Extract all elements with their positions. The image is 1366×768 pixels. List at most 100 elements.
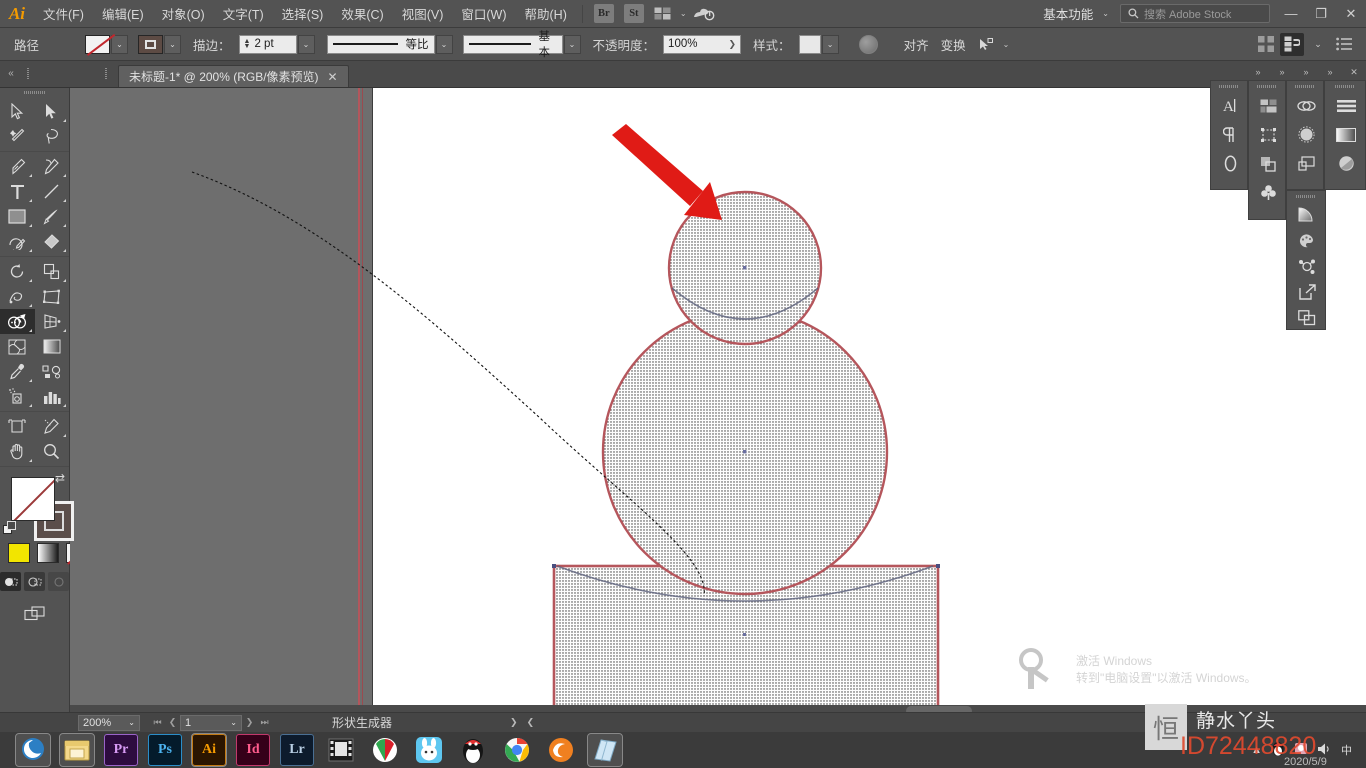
- last-artboard-button[interactable]: ⏭: [257, 717, 272, 728]
- stroke-panel-icon[interactable]: [1211, 149, 1249, 178]
- curvature-tool[interactable]: [35, 154, 70, 179]
- tray-app-icon[interactable]: [1294, 741, 1308, 759]
- transform-button[interactable]: 变换: [935, 35, 972, 54]
- menu-effect[interactable]: 效果(C): [332, 0, 392, 27]
- video-editor-icon[interactable]: [324, 734, 358, 766]
- slice-tool[interactable]: [35, 414, 70, 439]
- file-explorer-icon[interactable]: [59, 733, 95, 767]
- draw-normal-mode[interactable]: [0, 572, 21, 591]
- opacity-arrow-icon[interactable]: ❯: [729, 39, 737, 50]
- fill-dropdown-caret[interactable]: ⌄: [111, 34, 129, 54]
- dock-gripper[interactable]: [1287, 81, 1323, 91]
- artwork-layer[interactable]: [70, 88, 1366, 710]
- export-panel-icon[interactable]: [1287, 279, 1327, 305]
- appearance-panel-icon[interactable]: [1325, 149, 1366, 178]
- dock-collapse-3[interactable]: »: [1294, 64, 1318, 80]
- mesh-tool[interactable]: [0, 334, 35, 359]
- swap-fill-stroke-icon[interactable]: ⇄: [55, 471, 65, 485]
- qq-tray-icon[interactable]: [1271, 741, 1285, 760]
- chrome-icon[interactable]: [500, 734, 534, 766]
- stroke-weight-stepper[interactable]: ▲ ▼: [244, 38, 251, 50]
- notebook-icon[interactable]: [587, 733, 623, 767]
- tray-expand-icon[interactable]: ▲: [1251, 744, 1262, 756]
- stroke-weight-caret[interactable]: ⌄: [297, 34, 315, 54]
- artboard-number-select[interactable]: 1 ⌄: [180, 714, 242, 731]
- fill-color-swatch[interactable]: [85, 34, 111, 54]
- selection-tool[interactable]: [0, 99, 35, 124]
- color-guide-panel-icon[interactable]: [1287, 227, 1327, 253]
- brushes-panel-icon[interactable]: [1287, 120, 1325, 149]
- scale-tool[interactable]: [35, 259, 70, 284]
- arrange-caret-icon[interactable]: ⌄: [680, 9, 687, 18]
- firefox-icon[interactable]: [544, 734, 578, 766]
- close-button[interactable]: ✕: [1336, 0, 1366, 28]
- workspace-caret-icon[interactable]: ⌄: [1102, 9, 1109, 18]
- canvas-area[interactable]: 激活 Windows 转到"电脑设置"以激活 Windows。: [70, 88, 1366, 710]
- menu-window[interactable]: 窗口(W): [452, 0, 515, 27]
- align-panel-icon[interactable]: [1325, 91, 1366, 120]
- minimize-button[interactable]: —: [1276, 0, 1306, 28]
- first-artboard-button[interactable]: ⏮: [150, 717, 165, 728]
- tab-gripper[interactable]: [100, 60, 112, 87]
- artboards-panel-icon[interactable]: [1249, 91, 1287, 120]
- default-fill-stroke-icon[interactable]: [3, 521, 18, 536]
- gradient-swatch-icon[interactable]: [1287, 201, 1327, 227]
- free-transform-tool[interactable]: [35, 284, 70, 309]
- close-icon[interactable]: ✕: [328, 70, 338, 84]
- symbol-sprayer-tool[interactable]: [0, 384, 35, 409]
- dock-gripper[interactable]: [1325, 81, 1365, 91]
- blend-tool[interactable]: [35, 359, 70, 384]
- lightroom-icon[interactable]: Lr: [280, 734, 314, 766]
- document-setup-icon[interactable]: [1280, 32, 1304, 56]
- gradient-mode-swatch[interactable]: [37, 543, 59, 563]
- tabbar-gripper[interactable]: [22, 60, 34, 87]
- stroke-weight-input[interactable]: ▲ ▼ 2 pt: [238, 34, 297, 54]
- fill-box[interactable]: [11, 477, 55, 521]
- menu-file[interactable]: 文件(F): [34, 0, 93, 27]
- bridge-icon[interactable]: Br: [593, 4, 614, 23]
- column-graph-tool[interactable]: [35, 384, 70, 409]
- arrange-documents-icon[interactable]: [652, 5, 674, 23]
- arrange-grid-icon[interactable]: [1254, 33, 1278, 56]
- direct-selection-tool[interactable]: [35, 99, 70, 124]
- lasso-tool[interactable]: [35, 124, 70, 149]
- symbols-panel-icon[interactable]: [1249, 178, 1287, 207]
- change-screen-mode-icon[interactable]: [17, 601, 52, 626]
- perspective-grid-tool[interactable]: [35, 309, 70, 334]
- links-panel-icon[interactable]: [1287, 253, 1327, 279]
- pathfinder-panel-icon[interactable]: [1249, 149, 1287, 178]
- transform-panel-icon[interactable]: [1249, 120, 1287, 149]
- recolor-artwork-icon[interactable]: [858, 34, 878, 54]
- eraser-tool[interactable]: [35, 229, 70, 254]
- pen-tool[interactable]: [0, 154, 35, 179]
- opacity-input[interactable]: 100% ❯: [663, 34, 742, 54]
- illustrator-icon[interactable]: Ai: [191, 733, 227, 767]
- libraries-panel-icon[interactable]: [1287, 91, 1325, 120]
- eyedropper-tool[interactable]: [0, 359, 35, 384]
- isolate-caret-icon[interactable]: ⌄: [1003, 40, 1010, 49]
- stock-icon[interactable]: St: [623, 4, 644, 23]
- color-mode-swatch[interactable]: [8, 543, 30, 563]
- paintbrush-tool[interactable]: [35, 204, 70, 229]
- zoom-level-select[interactable]: 200% ⌄: [78, 714, 140, 731]
- dock-collapse-2[interactable]: »: [1270, 64, 1294, 80]
- dock-gripper[interactable]: [1249, 81, 1285, 91]
- align-button[interactable]: 对齐: [898, 35, 935, 54]
- toolbar-gripper[interactable]: [0, 88, 69, 97]
- restore-button[interactable]: ❐: [1306, 0, 1336, 28]
- style-caret[interactable]: ⌄: [821, 34, 839, 54]
- type-tool[interactable]: [0, 179, 35, 204]
- collapse-panel-icon[interactable]: «: [0, 60, 22, 87]
- dock-gripper[interactable]: [1211, 81, 1247, 91]
- panel-caret-icon[interactable]: ⌄: [1306, 33, 1330, 56]
- rotate-tool[interactable]: [0, 259, 35, 284]
- stroke-color-swatch[interactable]: [138, 34, 164, 54]
- prev-artboard-button[interactable]: ❮: [165, 717, 180, 728]
- status-play-icon[interactable]: ❯: [510, 717, 518, 728]
- premiere-pro-icon[interactable]: Pr: [104, 734, 138, 766]
- shape-builder-tool[interactable]: [0, 309, 35, 334]
- artboard-caret-icon[interactable]: ⌄: [230, 718, 237, 727]
- line-segment-tool[interactable]: [35, 179, 70, 204]
- status-chevron-icon[interactable]: ❮: [527, 717, 535, 728]
- draw-behind-mode[interactable]: [24, 572, 45, 591]
